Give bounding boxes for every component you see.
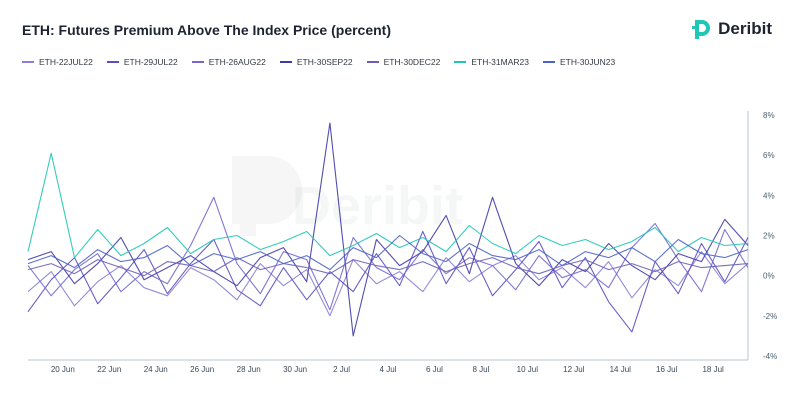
x-tick-label: 22 Jun: [97, 365, 121, 374]
x-tick-label: 30 Jun: [283, 365, 307, 374]
watermark: Deribit: [232, 156, 463, 236]
series-line-eth-30dec22: [27, 257, 749, 277]
x-tick-label: 10 Jul: [517, 365, 539, 374]
x-tick-label: 14 Jul: [610, 365, 632, 374]
x-tick-label: 2 Jul: [333, 365, 350, 374]
x-tick-label: 24 Jun: [144, 365, 168, 374]
y-tick-label: 2%: [763, 232, 775, 241]
y-tick-label: 4%: [763, 191, 775, 200]
y-tick-label: -2%: [763, 312, 777, 321]
x-tick-label: 12 Jul: [563, 365, 585, 374]
chart-tick-labels: 20 Jun 22 Jun 24 Jun 26 Jun 28 Jun 30 Jun 2 Ju…: [51, 111, 777, 374]
x-tick-label: 20 Jun: [51, 365, 75, 374]
x-tick-label: 16 Jul: [656, 365, 678, 374]
x-tick-label: 18 Jul: [702, 365, 724, 374]
x-tick-label: 6 Jul: [426, 365, 443, 374]
y-tick-label: 8%: [763, 111, 775, 120]
y-tick-label: 0%: [763, 272, 775, 281]
x-tick-label: 8 Jul: [472, 365, 489, 374]
y-tick-label: 6%: [763, 151, 775, 160]
y-tick-label: -4%: [763, 352, 777, 361]
x-tick-label: 26 Jun: [190, 365, 214, 374]
chart-canvas: Deribit 20 Jun 22 Jun 24 Jun 26 Jun 28 Jun 30…: [27, 111, 777, 374]
x-tick-label: 4 Jul: [380, 365, 397, 374]
x-tick-label: 28 Jun: [237, 365, 261, 374]
